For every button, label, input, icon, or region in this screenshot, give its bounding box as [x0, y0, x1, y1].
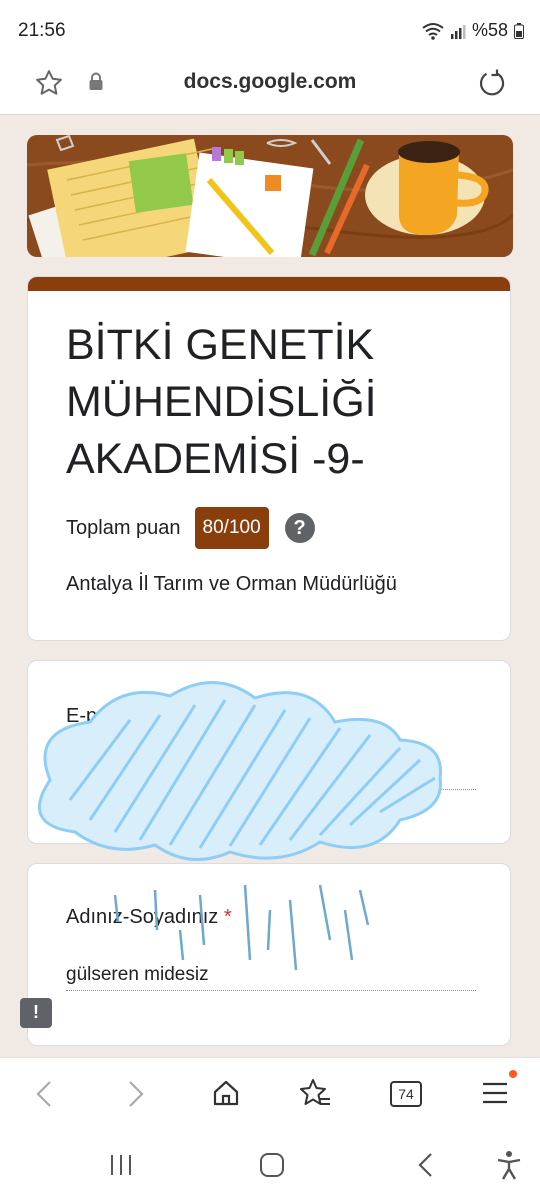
form-description: Antalya İl Tarım ve Orman Müdürlüğü — [66, 573, 397, 595]
menu-notification-dot — [509, 1070, 517, 1078]
tabs-button[interactable]: 74 — [390, 1081, 422, 1107]
system-nav-bar — [0, 1132, 540, 1200]
score-badge: 80/100 — [194, 507, 269, 549]
recent-apps-icon[interactable] — [104, 1150, 138, 1180]
battery-percent: %58 — [471, 20, 508, 40]
status-icons: %58 — [422, 20, 524, 41]
home-icon[interactable] — [208, 1075, 244, 1111]
status-time: 21:56 — [18, 20, 66, 41]
bookmarks-icon[interactable] — [296, 1075, 334, 1111]
forward-arrow-icon[interactable] — [120, 1076, 152, 1112]
form-title: BİTKİ GENETİK MÜHENDİSLİĞİ AKADEMİSİ -9- — [66, 321, 377, 483]
back-arrow-icon[interactable] — [28, 1076, 60, 1112]
form-header-image — [27, 135, 513, 257]
report-feedback-button[interactable]: ! — [20, 998, 52, 1028]
status-bar: 21:56 %58 — [0, 0, 540, 60]
help-icon[interactable]: ? — [284, 513, 315, 543]
browser-toolbar — [0, 1057, 540, 1133]
accessibility-icon[interactable] — [492, 1148, 526, 1182]
form-title-card: BİTKİ GENETİK MÜHENDİSLİĞİ AKADEMİSİ -9-… — [27, 276, 511, 641]
score-row: Toplam puan 80/100 ? — [66, 507, 315, 549]
reload-icon[interactable] — [474, 65, 510, 101]
battery-icon — [514, 22, 524, 39]
home-button-icon[interactable] — [255, 1150, 289, 1180]
signal-icon — [450, 24, 466, 39]
accent-bar — [28, 277, 510, 291]
menu-icon[interactable] — [476, 1075, 514, 1111]
url-bar[interactable]: docs.google.com — [0, 56, 540, 115]
total-score-label: Toplam puan — [66, 516, 181, 539]
system-back-icon[interactable] — [408, 1150, 442, 1180]
url-text[interactable]: docs.google.com — [0, 70, 540, 94]
wifi-icon — [422, 22, 444, 40]
scribble-overlay — [38, 681, 442, 971]
